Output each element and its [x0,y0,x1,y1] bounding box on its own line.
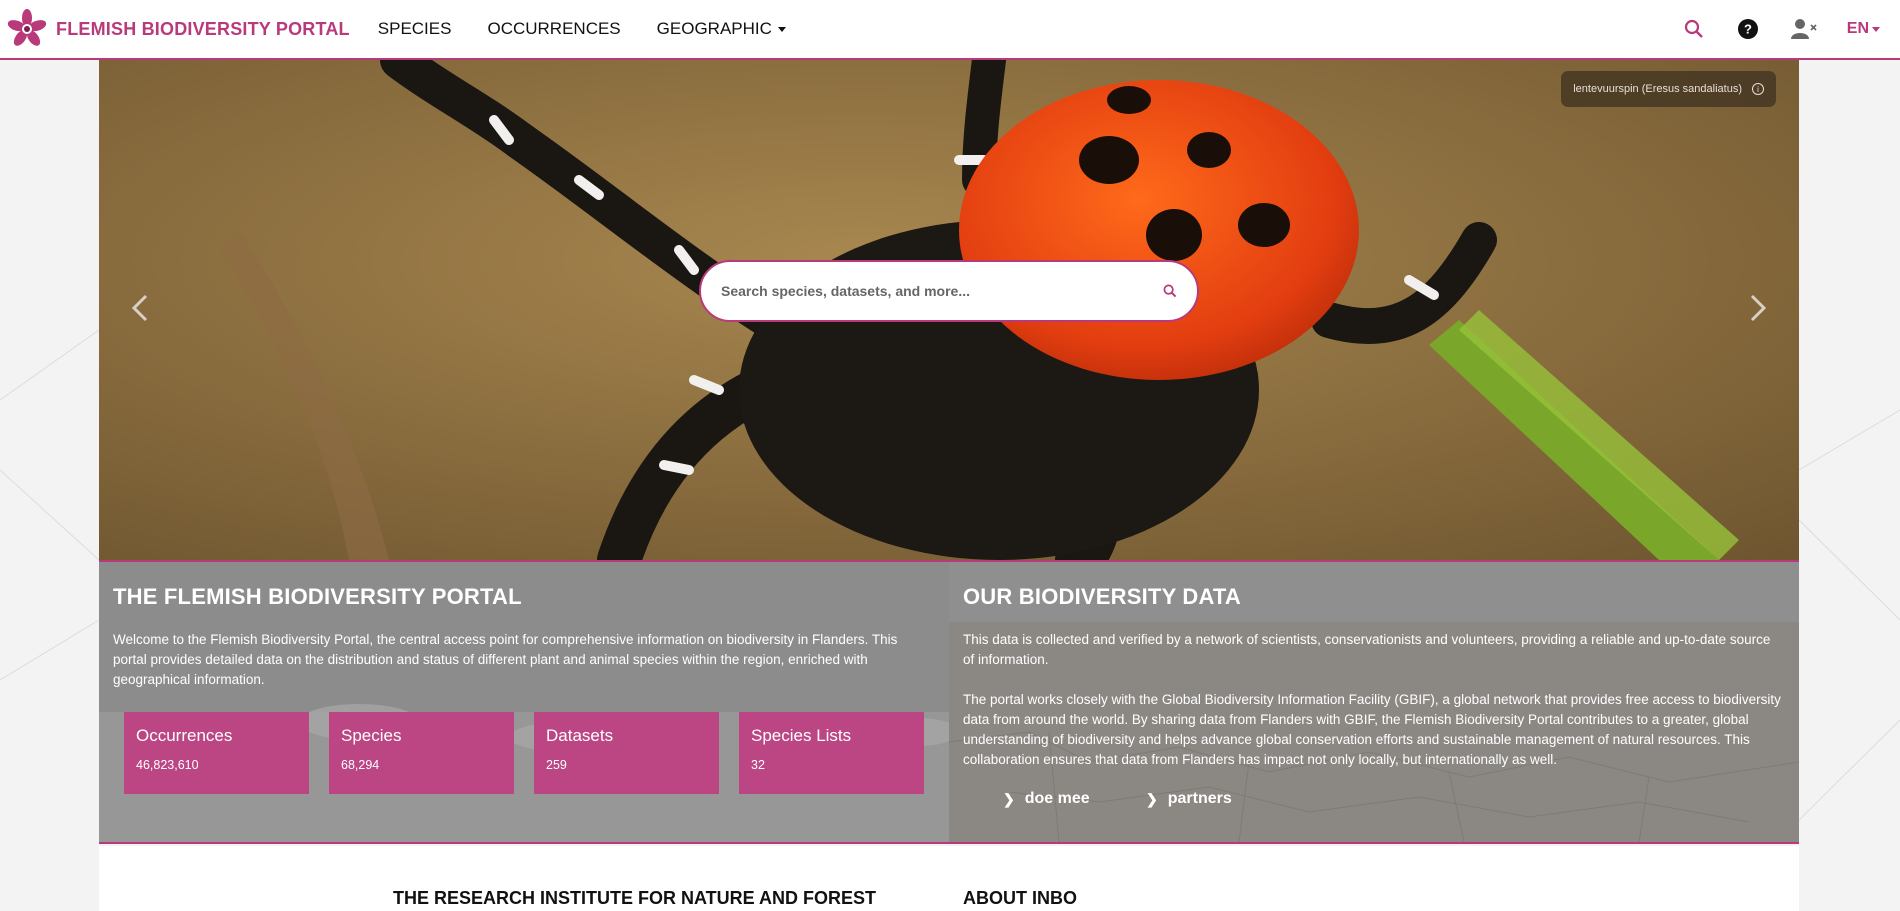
stat-value: 46,823,610 [136,758,199,772]
search-input[interactable] [721,283,1163,299]
stat-value: 259 [546,758,567,772]
flower-logo-icon [7,9,47,46]
portal-description: Welcome to the Flemish Biodiversity Port… [113,632,898,687]
caret-down-icon [1872,26,1880,32]
language-selector[interactable]: EN [1847,20,1880,38]
photo-caption: lentevuurspin (Eresus sandaliatus) [1573,83,1742,95]
stat-card-species[interactable]: Species 68,294 [329,712,514,794]
portal-title: THE FLEMISH BIODIVERSITY PORTAL [113,584,522,609]
chevron-link-icon: ❯ [1146,790,1158,807]
chevron-link-icon: ❯ [1003,790,1015,807]
data-paragraph-1: This data is collected and verified by a… [963,632,1771,667]
data-section: OUR BIODIVERSITY DATA This data is colle… [949,562,1799,842]
portal-section: THE FLEMISH BIODIVERSITY PORTAL Welcome … [99,562,949,842]
stat-label: Occurrences [136,726,233,745]
stat-label: Datasets [546,726,614,745]
search-icon[interactable] [1681,16,1707,42]
help-icon[interactable]: ? [1735,16,1761,42]
stat-label: Species [341,726,402,745]
link-partners[interactable]: ❯ partners [1146,790,1232,808]
stat-card-datasets[interactable]: Datasets 259 [534,712,719,794]
data-title: OUR BIODIVERSITY DATA [963,584,1241,609]
top-navbar: FLEMISH BIODIVERSITY PORTAL SPECIES OCCU… [0,0,1900,60]
brand-title: FLEMISH BIODIVERSITY PORTAL [56,18,350,39]
chevron-right-icon[interactable] [1743,288,1773,328]
main-nav: SPECIES OCCURRENCES GEOGRAPHIC [378,19,822,39]
svg-text:?: ? [1744,22,1752,37]
research-institute-heading: THE RESEARCH INSTITUTE FOR NATURE AND FO… [393,888,877,908]
about-inbo-heading: ABOUT INBO [963,888,1077,908]
chevron-left-icon[interactable] [125,288,155,328]
data-paragraph-2: The portal works closely with the Global… [963,692,1781,767]
caret-down-icon [777,26,786,32]
hero-search-box [699,260,1199,322]
stat-value: 32 [751,758,765,772]
navbar-actions: ? EN [1681,0,1900,58]
info-icon: i [1752,83,1764,95]
photo-caption-badge[interactable]: lentevuurspin (Eresus sandaliatus) i [1561,71,1776,107]
link-doe-mee[interactable]: ❯ doe mee [1003,790,1090,808]
hero-carousel: lentevuurspin (Eresus sandaliatus) i [99,60,1799,560]
stat-label: Species Lists [751,726,852,745]
brand-home-link[interactable]: FLEMISH BIODIVERSITY PORTAL [6,8,350,50]
language-label: EN [1846,20,1869,37]
stat-value: 68,294 [341,758,380,772]
info-band: THE FLEMISH BIODIVERSITY PORTAL Welcome … [99,560,1799,844]
link-partners-label: partners [1167,790,1232,807]
nav-geographic-dropdown[interactable]: GEOGRAPHIC [657,19,786,39]
stat-card-species-lists[interactable]: Species Lists 32 [739,712,924,794]
user-x-icon[interactable] [1790,16,1817,42]
nav-occurrences[interactable]: OCCURRENCES [487,19,620,39]
search-icon[interactable] [1163,284,1177,298]
about-section: THE RESEARCH INSTITUTE FOR NATURE AND FO… [99,846,1799,911]
stat-card-occurrences[interactable]: Occurrences 46,823,610 [124,712,309,794]
link-doe-mee-label: doe mee [1024,790,1090,807]
nav-geographic-label: GEOGRAPHIC [656,19,772,38]
nav-species[interactable]: SPECIES [378,19,452,39]
